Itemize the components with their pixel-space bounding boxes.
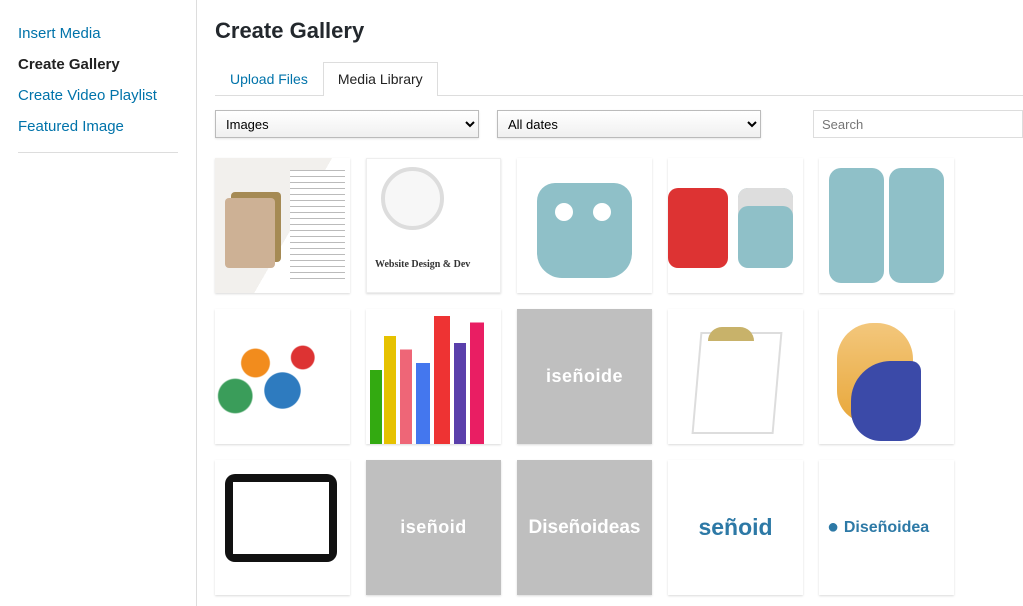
media-thumb[interactable]: iseñoid [366, 460, 501, 595]
tab-bar: Upload Files Media Library [215, 62, 1023, 96]
sidebar-item-create-gallery[interactable]: Create Gallery [18, 49, 178, 80]
media-thumb[interactable] [215, 309, 350, 444]
media-thumb[interactable]: señoid [668, 460, 803, 595]
thumb-logo-text: iseñoid [400, 517, 467, 538]
media-thumb[interactable] [668, 309, 803, 444]
media-thumb[interactable] [215, 460, 350, 595]
main-content: Create Gallery Upload Files Media Librar… [197, 0, 1023, 606]
date-filter-select[interactable]: All dates [497, 110, 761, 138]
media-type-select[interactable]: Images [215, 110, 479, 138]
media-grid: iseñoide iseñoid Diseñoideas señoid Dise… [215, 158, 1023, 606]
sidebar-item-create-video-playlist[interactable]: Create Video Playlist [18, 80, 178, 111]
media-thumb[interactable]: Diseñoideas [517, 460, 652, 595]
tab-upload-files[interactable]: Upload Files [215, 62, 323, 95]
media-thumb[interactable]: iseñoide [517, 309, 652, 444]
media-thumb[interactable] [366, 309, 501, 444]
media-thumb[interactable] [517, 158, 652, 293]
thumb-logo-text: iseñoide [546, 366, 623, 387]
media-thumb[interactable] [366, 158, 501, 293]
media-thumb[interactable] [819, 158, 954, 293]
sidebar-divider [18, 152, 178, 153]
thumb-logo-text: Diseñoideas [529, 517, 641, 539]
sidebar-item-insert-media[interactable]: Insert Media [18, 18, 178, 49]
tab-media-library[interactable]: Media Library [323, 62, 438, 96]
media-thumb[interactable]: Diseñoidea [819, 460, 954, 595]
search-input[interactable] [813, 110, 1023, 138]
sidebar-item-featured-image[interactable]: Featured Image [18, 111, 178, 142]
media-thumb[interactable] [215, 158, 350, 293]
filter-bar: Images All dates [215, 110, 1023, 138]
thumb-logo-text: señoid [698, 514, 772, 541]
page-title: Create Gallery [215, 18, 1023, 44]
media-thumb[interactable] [819, 309, 954, 444]
thumb-logo-text: Diseñoidea [844, 519, 929, 537]
sidebar: Insert Media Create Gallery Create Video… [0, 0, 197, 606]
media-thumb[interactable] [668, 158, 803, 293]
